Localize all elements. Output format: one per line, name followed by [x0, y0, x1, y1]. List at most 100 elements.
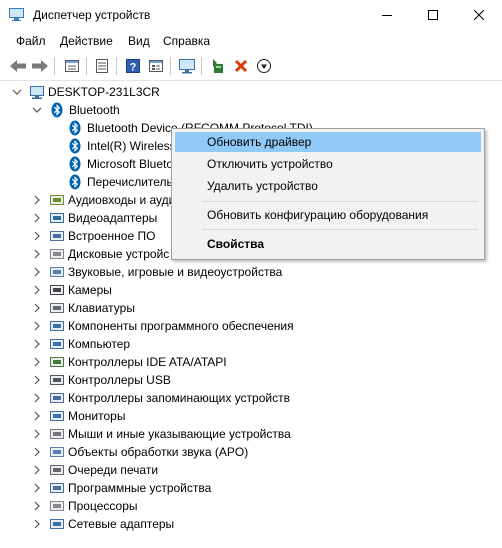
menu-help[interactable]: Справка [163, 34, 210, 48]
bluetooth-icon [69, 138, 81, 154]
toolbar-separator [54, 57, 55, 75]
menu-file[interactable]: Файл [16, 34, 46, 48]
software-component-icon [50, 321, 64, 331]
tree-category-item[interactable]: Встроенное ПО [49, 227, 155, 245]
software-device-icon [50, 483, 64, 493]
collapse-chevron-icon[interactable] [12, 87, 22, 97]
toolbar: ? [0, 52, 502, 81]
tree-category-item[interactable]: Клавиатуры [49, 299, 135, 317]
tree-category-item[interactable]: Видеоадаптеры [49, 209, 157, 227]
tree-category-label: Контроллеры запоминающих устройств [68, 391, 290, 405]
tree-category-label: Bluetooth [69, 103, 120, 117]
tree-device-label: Intel(R) Wireless [87, 139, 176, 153]
usb-controller-icon [50, 375, 64, 385]
tree-device-item[interactable]: Перечислитель [69, 173, 173, 191]
tree-category-item[interactable]: Мониторы [49, 407, 125, 425]
expand-chevron-icon[interactable] [32, 285, 42, 295]
tree-device-item[interactable]: Intel(R) Wireless [69, 137, 176, 155]
tree-category-item[interactable]: Контроллеры IDE ATA/ATAPI [49, 353, 227, 371]
expand-chevron-icon[interactable] [32, 447, 42, 457]
tree-category-label: Контроллеры USB [68, 373, 171, 387]
expand-chevron-icon[interactable] [32, 195, 42, 205]
tree-category-item[interactable]: Процессоры [49, 497, 138, 515]
tree-category-bluetooth[interactable]: Bluetooth [51, 101, 120, 119]
install-download-icon[interactable] [254, 56, 274, 76]
expand-chevron-icon[interactable] [32, 519, 42, 529]
tree-category-label: Процессоры [68, 499, 138, 513]
tree-category-item[interactable]: Очереди печати [49, 461, 158, 479]
minimize-button[interactable] [364, 0, 410, 30]
details-view-icon[interactable] [146, 56, 166, 76]
tree-category-item[interactable]: Объекты обработки звука (APO) [49, 443, 248, 461]
tree-category-item[interactable]: Компоненты программного обеспечения [49, 317, 294, 335]
update-driver-icon[interactable] [208, 56, 228, 76]
tree-category-label: Контроллеры IDE ATA/ATAPI [68, 355, 227, 369]
close-button[interactable] [456, 0, 502, 30]
remove-device-x-icon[interactable] [231, 56, 251, 76]
expand-chevron-icon[interactable] [32, 411, 42, 421]
window-title: Диспетчер устройств [33, 8, 151, 22]
expand-chevron-icon[interactable] [32, 303, 42, 313]
bluetooth-icon [69, 120, 81, 136]
scan-hardware-monitor-icon[interactable] [177, 56, 197, 76]
toolbar-separator [170, 57, 171, 75]
expand-chevron-icon[interactable] [32, 393, 42, 403]
menu-item-scan-hardware[interactable]: Обновить конфигурацию оборудования [175, 205, 481, 225]
menu-action[interactable]: Действие [60, 34, 113, 48]
tree-category-label: Программные устройства [68, 481, 212, 495]
tree-root-computer[interactable]: DESKTOP-231L3CR [29, 83, 160, 101]
tree-category-item[interactable]: Мыши и иные указывающие устройства [49, 425, 291, 443]
menu-item-uninstall-device[interactable]: Удалить устройство [175, 176, 481, 196]
expand-chevron-icon[interactable] [32, 321, 42, 331]
tree-category-item[interactable]: Контроллеры запоминающих устройств [49, 389, 290, 407]
menu-item-properties[interactable]: Свойства [175, 234, 481, 254]
forward-arrow-icon[interactable] [30, 56, 50, 76]
menu-item-update-driver[interactable]: Обновить драйвер [175, 132, 481, 152]
tree-category-item[interactable]: Компьютер [49, 335, 130, 353]
help-icon[interactable]: ? [123, 56, 143, 76]
tree-category-item[interactable]: Звуковые, игровые и видеоустройства [49, 263, 282, 281]
tree-device-item[interactable]: Microsoft Bluetoo [69, 155, 180, 173]
list-view-icon[interactable] [92, 56, 112, 76]
tree-category-label: Встроенное ПО [68, 229, 156, 243]
expand-chevron-icon[interactable] [32, 267, 42, 277]
tree-category-label: Клавиатуры [68, 301, 135, 315]
menu-item-disable-device[interactable]: Отключить устройство [175, 154, 481, 174]
tree-category-label: Очереди печати [68, 463, 159, 477]
expand-chevron-icon[interactable] [32, 465, 42, 475]
menu-separator [202, 229, 478, 230]
tree-category-label: Звуковые, игровые и видеоустройства [68, 265, 283, 279]
expand-chevron-icon[interactable] [32, 357, 42, 367]
ide-controller-icon [50, 357, 64, 367]
expand-chevron-icon[interactable] [32, 429, 42, 439]
computer-icon [30, 86, 44, 99]
maximize-button[interactable] [410, 0, 456, 30]
tree-category-item[interactable]: Дисковые устройс [49, 245, 169, 263]
properties-sheet-icon[interactable] [62, 56, 82, 76]
tree-category-item[interactable]: Программные устройства [49, 479, 211, 497]
expand-chevron-icon[interactable] [32, 231, 42, 241]
tree-category-item[interactable]: Аудиовходы и аудио [49, 191, 182, 209]
menu-view[interactable]: Вид [128, 34, 150, 48]
expand-chevron-icon[interactable] [32, 483, 42, 493]
firmware-icon [50, 231, 64, 241]
tree-category-label: Мыши и иные указывающие устройства [68, 427, 291, 441]
tree-device-label: Microsoft Bluetoo [87, 157, 180, 171]
network-adapter-icon [50, 519, 64, 529]
tree-category-item[interactable]: Контроллеры USB [49, 371, 171, 389]
collapse-chevron-icon[interactable] [32, 105, 42, 115]
back-arrow-icon[interactable] [8, 56, 28, 76]
tree-root-label: DESKTOP-231L3CR [48, 85, 160, 99]
expand-chevron-icon[interactable] [32, 249, 42, 259]
monitor-icon [50, 411, 64, 421]
tree-category-item[interactable]: Сетевые адаптеры [49, 515, 174, 533]
toolbar-separator [201, 57, 202, 75]
audio-processing-icon [50, 447, 64, 457]
title-bar: Диспетчер устройств [0, 0, 502, 30]
disk-drive-icon [50, 249, 64, 259]
expand-chevron-icon[interactable] [32, 213, 42, 223]
expand-chevron-icon[interactable] [32, 501, 42, 511]
expand-chevron-icon[interactable] [32, 375, 42, 385]
expand-chevron-icon[interactable] [32, 339, 42, 349]
tree-category-item[interactable]: Камеры [49, 281, 112, 299]
